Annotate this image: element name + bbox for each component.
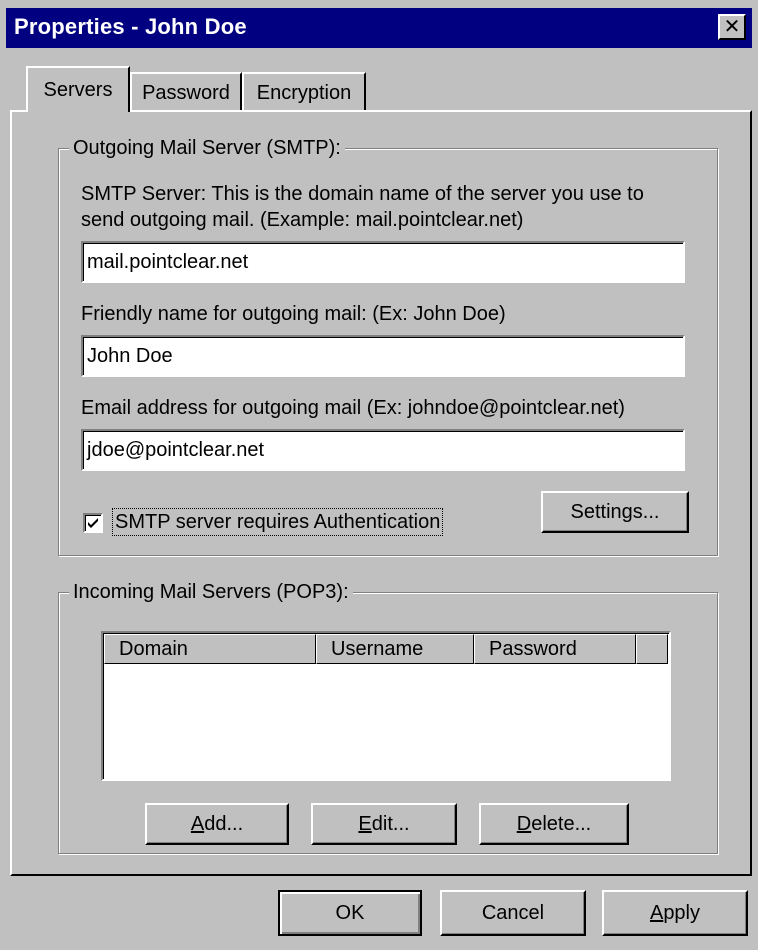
email-address-label: Email address for outgoing mail (Ex: joh… xyxy=(81,397,625,419)
group-label-pop3: Incoming Mail Servers (POP3): xyxy=(69,579,353,605)
title-bar[interactable]: Properties - John Doe ✕ xyxy=(6,8,752,48)
add-button[interactable]: Add... xyxy=(145,803,289,845)
tab-encryption[interactable]: Encryption xyxy=(242,72,366,112)
close-icon: ✕ xyxy=(723,16,741,38)
pop3-server-list[interactable]: Domain Username Password xyxy=(101,631,671,781)
friendly-name-label: Friendly name for outgoing mail: (Ex: Jo… xyxy=(81,303,506,325)
outgoing-mail-group: Outgoing Mail Server (SMTP): SMTP Server… xyxy=(58,135,718,556)
column-header-username[interactable]: Username xyxy=(316,634,474,664)
group-label-smtp: Outgoing Mail Server (SMTP): xyxy=(69,135,345,161)
checkmark-icon xyxy=(88,518,98,528)
edit-button[interactable]: Edit... xyxy=(311,803,457,845)
column-header-blank[interactable] xyxy=(636,634,668,664)
ok-button[interactable]: OK xyxy=(278,890,422,936)
column-header-password[interactable]: Password xyxy=(474,634,636,664)
tab-password[interactable]: Password xyxy=(130,72,242,112)
email-address-field[interactable]: jdoe@pointclear.net xyxy=(81,429,685,471)
apply-button[interactable]: Apply xyxy=(602,890,748,936)
incoming-mail-group: Incoming Mail Servers (POP3): Domain Use… xyxy=(58,579,718,854)
window-title: Properties - John Doe xyxy=(14,14,247,39)
smtp-server-description-2: send outgoing mail. (Example: mail.point… xyxy=(81,209,524,231)
smtp-auth-label[interactable]: SMTP server requires Authentication xyxy=(111,508,444,536)
tab-servers[interactable]: Servers xyxy=(26,66,130,112)
servers-tab-panel: Outgoing Mail Server (SMTP): SMTP Server… xyxy=(10,110,752,876)
column-header-domain[interactable]: Domain xyxy=(104,634,316,664)
properties-dialog: Properties - John Doe ✕ Servers Password… xyxy=(0,0,758,950)
close-button[interactable]: ✕ xyxy=(718,14,746,40)
cancel-button[interactable]: Cancel xyxy=(440,890,586,936)
smtp-server-description: SMTP Server: This is the domain name of … xyxy=(81,183,644,205)
delete-button[interactable]: Delete... xyxy=(479,803,629,845)
smtp-server-field[interactable]: mail.pointclear.net xyxy=(81,241,685,283)
friendly-name-field[interactable]: John Doe xyxy=(81,335,685,377)
settings-button[interactable]: Settings... xyxy=(541,491,689,533)
smtp-auth-checkbox[interactable] xyxy=(83,513,103,533)
